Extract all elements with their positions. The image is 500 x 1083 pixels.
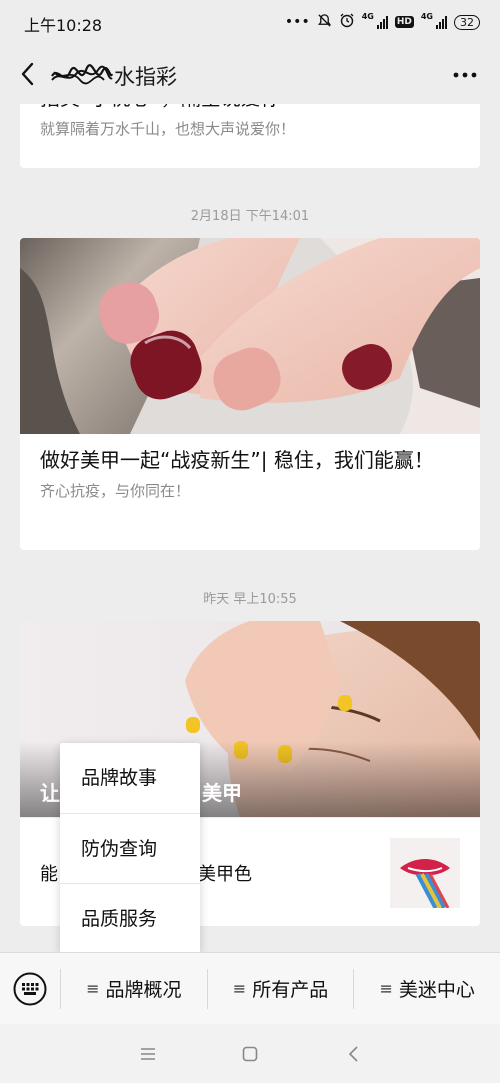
submenu-item-quality-service[interactable]: 品质服务 bbox=[60, 883, 200, 953]
more-options-button[interactable] bbox=[452, 62, 478, 88]
article-title: 指尖“小桃心”，隔空说爱你 bbox=[40, 104, 470, 114]
system-nav-bar bbox=[0, 1024, 500, 1083]
submenu-popup: 品牌故事 防伪查询 品质服务 bbox=[60, 743, 200, 953]
alarm-icon bbox=[339, 12, 355, 32]
article-cover-image bbox=[20, 238, 480, 434]
article-overlay-title-tail: 美甲 bbox=[202, 781, 242, 805]
article-card[interactable]: 指尖“小桃心”，隔空说爱你 就算隔着万水千山，也想大声说爱你！ bbox=[20, 104, 480, 168]
submenu-item-brand-story[interactable]: 品牌故事 bbox=[60, 743, 200, 813]
sub-item-thumbnail bbox=[390, 838, 460, 908]
menu-lines-icon bbox=[141, 1048, 155, 1060]
menu-tab-label: 美迷中心 bbox=[398, 979, 475, 1001]
page-title-text: 水指彩 bbox=[114, 65, 177, 89]
back-button[interactable] bbox=[16, 60, 42, 88]
top-nav-bar: 水指彩 bbox=[0, 46, 500, 104]
home-square-icon bbox=[242, 1046, 258, 1062]
page-title: 水指彩 bbox=[50, 61, 177, 91]
network-type-a: 4G bbox=[361, 12, 374, 21]
official-account-menu: ≡ 品牌概况 ≡ 所有产品 ≡ 美迷中心 bbox=[0, 952, 500, 1024]
sub-item-title-tail: 美甲色 bbox=[198, 864, 252, 885]
keyboard-toggle-button[interactable] bbox=[0, 953, 60, 1025]
sub-item-title-head: 能 bbox=[40, 864, 58, 885]
more-notifications-icon: ••• bbox=[284, 14, 310, 30]
article-subtitle: 齐心抗疫，与你同在！ bbox=[40, 482, 191, 500]
status-icons: ••• 4G HD 4G 32 bbox=[285, 12, 480, 32]
menu-tab-all-products[interactable]: ≡ 所有产品 bbox=[208, 953, 354, 1025]
menu-tab-fan-center[interactable]: ≡ 美迷中心 bbox=[354, 953, 500, 1025]
chevron-left-icon bbox=[21, 62, 34, 86]
signal-a-icon bbox=[376, 15, 388, 29]
menu-tab-label: 品牌概况 bbox=[105, 979, 182, 1001]
message-timestamp: 昨天 早上10:55 bbox=[203, 592, 297, 607]
menu-list-icon: ≡ bbox=[379, 979, 393, 998]
recent-apps-button[interactable] bbox=[136, 1042, 160, 1066]
home-button[interactable] bbox=[238, 1042, 262, 1066]
article-card[interactable]: 做好美甲一起“战疫新生”| 稳住，我们能赢！ 齐心抗疫，与你同在！ bbox=[20, 238, 480, 550]
network-type-b: 4G bbox=[420, 12, 433, 21]
more-dots-icon bbox=[453, 72, 477, 78]
menu-list-icon: ≡ bbox=[232, 979, 247, 998]
battery-level: 32 bbox=[454, 14, 480, 30]
signal-b-icon bbox=[436, 15, 447, 29]
menu-tab-label: 所有产品 bbox=[252, 979, 329, 1001]
status-bar: 上午10:28 ••• 4G HD 4G 32 bbox=[0, 0, 500, 46]
redacted-scribble bbox=[50, 64, 114, 88]
keyboard-icon bbox=[13, 972, 47, 1005]
system-back-icon bbox=[348, 1046, 358, 1062]
article-subtitle: 就算隔着万水千山，也想大声说爱你！ bbox=[40, 120, 296, 138]
status-time: 上午10:28 bbox=[24, 16, 103, 35]
mute-bell-icon bbox=[317, 13, 332, 32]
article-title: 做好美甲一起“战疫新生”| 稳住，我们能赢！ bbox=[40, 448, 434, 472]
menu-tab-brand-overview[interactable]: ≡ 品牌概况 bbox=[61, 953, 207, 1025]
message-timestamp: 2月18日 下午14:01 bbox=[190, 209, 310, 224]
system-back-button[interactable] bbox=[342, 1042, 366, 1066]
menu-list-icon: ≡ bbox=[86, 979, 100, 998]
submenu-item-anti-counterfeit[interactable]: 防伪查询 bbox=[60, 813, 200, 883]
hd-badge: HD bbox=[394, 16, 414, 28]
